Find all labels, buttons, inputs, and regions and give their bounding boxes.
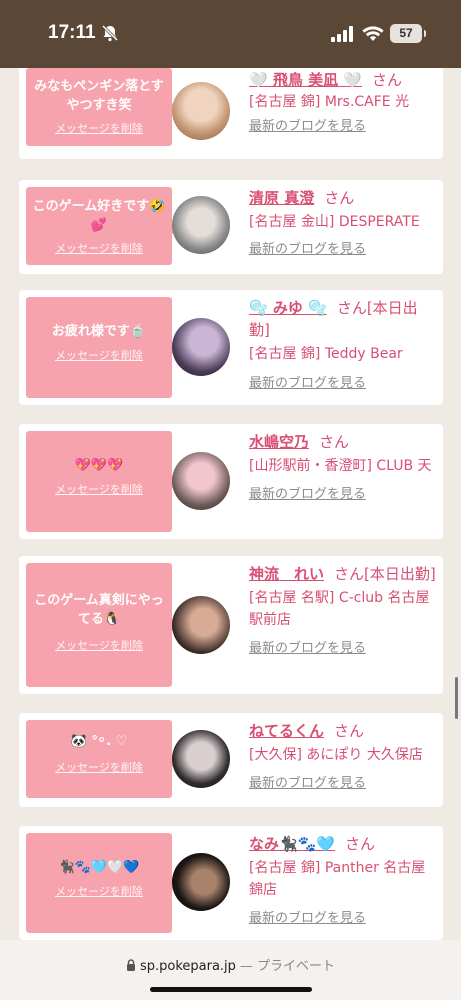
browser-address-bar[interactable]: sp.pokepara.jp — プライベート (0, 940, 461, 1000)
honorific: さん (324, 189, 355, 207)
battery-indicator: 57 (390, 24, 426, 43)
message-bubble: 🐼 ° ͦ . ♡ メッセージを削除 (26, 720, 180, 798)
list-item: みなもペンギン落とすやつすき笑 メッセージを削除 🤍 飛鳥 美凪 🤍 さん [名古… (19, 68, 443, 159)
delete-message-link[interactable]: メッセージを削除 (30, 120, 168, 136)
latest-blog-link[interactable]: 最新のブログを見る (249, 909, 437, 929)
message-text: お疲れ様です🍵 (51, 324, 147, 339)
delete-message-link[interactable]: メッセージを削除 (30, 759, 168, 775)
message-bubble: このゲーム真剣にやってる🐧 メッセージを削除 (26, 563, 180, 687)
cast-info: なみ🐈‍⬛🐾🩵 さん [名古屋 錦] Panther 名古屋錦店 最新のブログを見… (249, 833, 437, 929)
cast-info: 清原 真澄 さん [名古屋 金山] DESPERATE 最新のブログを見る (249, 187, 437, 260)
cast-info: ねてるくん さん [大久保] あにぽり 大久保店 最新のブログを見る (249, 720, 437, 794)
bell-muted-icon (101, 24, 119, 42)
cast-info: 🤍 飛鳥 美凪 🤍 さん [名古屋 錦] Mrs.CAFE 光 最新のブログを見る (249, 69, 437, 137)
avatar[interactable] (172, 730, 230, 788)
message-text: このゲーム好きです🤣💕 (32, 199, 166, 233)
avatar[interactable] (172, 82, 230, 140)
message-text: 🐈‍⬛🐾🩵🤍💙 (58, 860, 140, 875)
message-bubble: 🐈‍⬛🐾🩵🤍💙 メッセージを削除 (26, 833, 180, 933)
message-bubble: このゲーム好きです🤣💕 メッセージを削除 (26, 187, 180, 265)
avatar[interactable] (172, 318, 230, 376)
shop-label: [名古屋 名駅] C-club 名古屋駅前店 (249, 590, 430, 628)
avatar[interactable] (172, 196, 230, 254)
latest-blog-link[interactable]: 最新のブログを見る (249, 117, 437, 137)
shop-label: [名古屋 錦] Teddy Bear (249, 346, 403, 362)
wifi-icon (362, 26, 384, 41)
url-display[interactable]: sp.pokepara.jp — プライベート (0, 955, 461, 974)
latest-blog-link[interactable]: 最新のブログを見る (249, 639, 437, 659)
cast-info: 神流 れい さん[本日出勤] [名古屋 名駅] C-club 名古屋駅前店 最新の… (249, 563, 437, 659)
cast-name-link[interactable]: なみ🐈‍⬛🐾🩵 (249, 835, 335, 853)
message-text: 💖💖💖 (74, 458, 124, 473)
message-bubble: 💖💖💖 メッセージを削除 (26, 431, 180, 532)
delete-message-link[interactable]: メッセージを削除 (30, 637, 168, 653)
signal-icon (331, 26, 353, 42)
status-time: 17:11 (48, 22, 96, 43)
delete-message-link[interactable]: メッセージを削除 (30, 347, 168, 363)
latest-blog-link[interactable]: 最新のブログを見る (249, 374, 437, 394)
latest-blog-link[interactable]: 最新のブログを見る (249, 774, 437, 794)
delete-message-link[interactable]: メッセージを削除 (30, 883, 168, 899)
honorific: さん (319, 433, 350, 451)
avatar[interactable] (172, 596, 230, 654)
scrollbar-thumb[interactable] (455, 677, 458, 719)
url-domain: sp.pokepara.jp (139, 959, 236, 974)
shop-label: [名古屋 金山] DESPERATE (249, 214, 420, 230)
home-indicator[interactable] (150, 987, 312, 992)
honorific: さん (345, 835, 376, 853)
honorific: さん (334, 722, 365, 740)
cast-name-link[interactable]: 神流 れい (249, 565, 324, 583)
message-bubble: お疲れ様です🍵 メッセージを削除 (26, 297, 180, 398)
message-bubble: みなもペンギン落とすやつすき笑 メッセージを削除 (26, 68, 180, 146)
cast-name-link[interactable]: 水嶋空乃 (249, 433, 309, 451)
shop-label: [大久保] あにぽり 大久保店 (249, 747, 423, 763)
message-list[interactable]: みなもペンギン落とすやつすき笑 メッセージを削除 🤍 飛鳥 美凪 🤍 さん [名古… (0, 68, 461, 940)
cast-name-link[interactable]: 清原 真澄 (249, 189, 314, 207)
list-item: このゲーム真剣にやってる🐧 メッセージを削除 神流 れい さん[本日出勤] [名古… (19, 556, 443, 694)
delete-message-link[interactable]: メッセージを削除 (30, 240, 168, 256)
list-item: 🐼 ° ͦ . ♡ メッセージを削除 ねてるくん さん [大久保] あにぽり 大久… (19, 713, 443, 807)
honorific: さん (372, 71, 403, 89)
cast-name-link[interactable]: 🤍 飛鳥 美凪 🤍 (249, 71, 362, 89)
list-item: 💖💖💖 メッセージを削除 水嶋空乃 さん [山形駅前・香澄町] CLUB 天 最新… (19, 424, 443, 539)
cast-info: 水嶋空乃 さん [山形駅前・香澄町] CLUB 天 最新のブログを見る (249, 431, 437, 505)
cast-name-link[interactable]: 🫧 みゆ 🫧 (249, 299, 327, 317)
lock-icon (126, 959, 135, 971)
cast-info: 🫧 みゆ 🫧 さん[本日出勤] [名古屋 錦] Teddy Bear 最新のブログ… (249, 297, 437, 394)
shop-label: [山形駅前・香澄町] CLUB 天 (249, 458, 432, 474)
list-item: お疲れ様です🍵 メッセージを削除 🫧 みゆ 🫧 さん[本日出勤] [名古屋 錦] … (19, 290, 443, 405)
cast-name-link[interactable]: ねてるくん (249, 722, 324, 740)
message-text: 🐼 ° ͦ . ♡ (70, 734, 128, 749)
list-item: このゲーム好きです🤣💕 メッセージを削除 清原 真澄 さん [名古屋 金山] DE… (19, 180, 443, 274)
avatar[interactable] (172, 853, 230, 911)
honorific: さん[本日出勤] (334, 565, 436, 583)
shop-label: [名古屋 錦] Mrs.CAFE 光 (249, 94, 410, 110)
latest-blog-link[interactable]: 最新のブログを見る (249, 240, 437, 260)
message-text: みなもペンギン落とすやつすき笑 (34, 79, 164, 113)
list-item: 🐈‍⬛🐾🩵🤍💙 メッセージを削除 なみ🐈‍⬛🐾🩵 さん [名古屋 錦] Panth… (19, 826, 443, 940)
latest-blog-link[interactable]: 最新のブログを見る (249, 485, 437, 505)
delete-message-link[interactable]: メッセージを削除 (30, 481, 168, 497)
shop-label: [名古屋 錦] Panther 名古屋錦店 (249, 860, 426, 898)
private-label: — プライベート (239, 959, 336, 974)
avatar[interactable] (172, 452, 230, 510)
status-bar: 17:11 57 (0, 0, 461, 68)
message-text: このゲーム真剣にやってる🐧 (34, 593, 164, 627)
